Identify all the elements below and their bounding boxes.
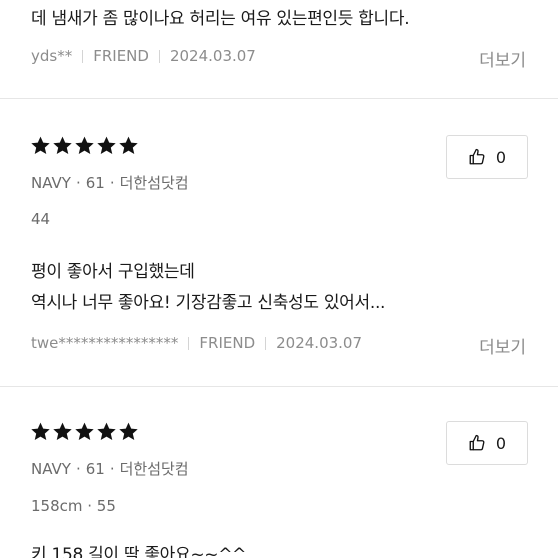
option-detail: 더한섬닷컴 (119, 174, 189, 192)
star-icon (52, 135, 73, 156)
option-size: 61 (85, 460, 105, 478)
option-separator: · (75, 460, 81, 478)
review-date: 2024.03.07 (276, 334, 363, 352)
star-icon (74, 421, 95, 442)
star-icon (74, 135, 95, 156)
like-button[interactable]: 0 (446, 421, 528, 465)
review-divider (0, 386, 558, 387)
star-icon (30, 135, 51, 156)
option-separator: · (75, 174, 81, 192)
review-author: yds** (31, 47, 73, 65)
option-separator: · (109, 174, 115, 192)
star-rating (30, 135, 139, 156)
star-icon (96, 421, 117, 442)
option-color: NAVY (31, 460, 71, 478)
review-meta: yds** FRIEND 2024.03.07 (31, 47, 256, 65)
review-text-line: 평이 좋아서 구입했는데 (31, 262, 195, 282)
like-button[interactable]: 0 (446, 135, 528, 179)
option-color: NAVY (31, 174, 71, 192)
star-icon (118, 135, 139, 156)
review-text-line: 키 158 길이 딱 좋아요~~^^ (31, 545, 247, 558)
like-count: 0 (495, 433, 507, 453)
review-author: twe**************** (31, 334, 179, 352)
star-icon (52, 421, 73, 442)
option-separator: · (109, 460, 115, 478)
option-detail: 더한섬닷컴 (119, 460, 189, 478)
thumbs-up-icon (469, 148, 485, 165)
more-button[interactable]: 더보기 (479, 46, 526, 71)
star-icon (30, 421, 51, 442)
review-meta: twe**************** FRIEND 2024.03.07 (31, 334, 362, 352)
more-button[interactable]: 더보기 (479, 333, 526, 358)
review-grade: FRIEND (199, 334, 256, 352)
review-date: 2024.03.07 (169, 47, 256, 65)
review-divider (0, 98, 558, 99)
thumbs-up-icon (469, 434, 485, 451)
star-icon (96, 135, 117, 156)
option-size: 61 (85, 174, 105, 192)
like-count: 0 (495, 147, 507, 167)
body-size: 44 (31, 210, 51, 228)
star-rating (30, 421, 139, 442)
meta-divider (265, 336, 267, 350)
meta-divider (158, 49, 160, 63)
review-text-line: 역시나 너무 좋아요! 기장감좋고 신축성도 있어서... (31, 293, 386, 313)
body-size: 158cm · 55 (31, 497, 116, 515)
purchase-option: NAVY · 61 · 더한섬닷컴 (31, 172, 189, 193)
review-text-line: 데 냄새가 좀 많이나요 허리는 여유 있는편인듯 합니다. (31, 9, 410, 29)
meta-divider (82, 49, 84, 63)
meta-divider (188, 336, 190, 350)
purchase-option: NAVY · 61 · 더한섬닷컴 (31, 458, 189, 479)
review-grade: FRIEND (93, 47, 149, 65)
star-icon (118, 421, 139, 442)
review-list: 데 냄새가 좀 많이나요 허리는 여유 있는편인듯 합니다. yds** FRI… (0, 0, 558, 558)
